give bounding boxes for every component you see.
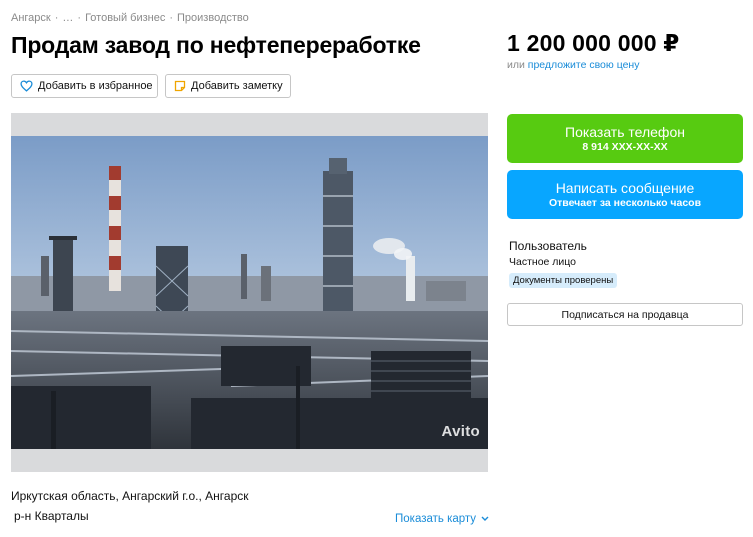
price-alt-prefix: или xyxy=(507,59,525,71)
note-icon xyxy=(174,80,186,93)
add-note-button[interactable]: Добавить заметку xyxy=(165,74,291,98)
show-phone-label: Показать телефон xyxy=(565,123,685,140)
breadcrumb: Ангарск ·… · Готовый бизнес · Производство xyxy=(11,12,249,24)
photo-gallery[interactable]: Avito xyxy=(11,113,488,472)
heart-icon xyxy=(20,80,33,93)
page-title: Продам завод по нефтепереработке xyxy=(11,32,421,58)
add-to-favorites-label: Добавить в избранное xyxy=(38,80,153,92)
documents-verified-badge: Документы проверены xyxy=(509,273,618,288)
address-text: Иркутская область, Ангарский г.о., Ангар… xyxy=(11,489,249,503)
write-message-label: Написать сообщение xyxy=(555,179,695,196)
show-phone-button[interactable]: Показать телефон 8 914 XXX-XX-XX xyxy=(507,114,743,163)
subscribe-seller-button[interactable]: Подписаться на продавца xyxy=(507,303,743,326)
listing-photo[interactable] xyxy=(11,136,488,449)
breadcrumb-item-business[interactable]: Готовый бизнес xyxy=(85,12,165,24)
price: 1 200 000 000 ₽ xyxy=(507,30,680,56)
breadcrumb-item-production[interactable]: Производство xyxy=(177,12,249,24)
avito-watermark: Avito xyxy=(441,423,480,440)
show-map-link[interactable]: Показать карту xyxy=(395,512,491,525)
seller-name[interactable]: Пользователь xyxy=(509,239,587,253)
chevron-down-icon xyxy=(478,512,491,525)
breadcrumb-separator: · xyxy=(77,12,82,24)
district-text: р-н Кварталы xyxy=(14,509,89,523)
add-to-favorites-button[interactable]: Добавить в избранное xyxy=(11,74,158,98)
add-note-label: Добавить заметку xyxy=(191,80,283,92)
breadcrumb-item-city[interactable]: Ангарск xyxy=(11,12,51,24)
breadcrumb-item-ellipsis[interactable]: … xyxy=(62,12,73,24)
price-alt-line: или предложите свою цену xyxy=(507,59,639,71)
breadcrumb-separator: · xyxy=(169,12,174,24)
offer-price-link[interactable]: предложите свою цену xyxy=(528,59,640,71)
write-message-button[interactable]: Написать сообщение Отвечает за несколько… xyxy=(507,170,743,219)
masked-phone: 8 914 XXX-XX-XX xyxy=(582,140,668,153)
seller-type: Частное лицо xyxy=(509,256,577,268)
show-map-label: Показать карту xyxy=(395,512,477,525)
response-time: Отвечает за несколько часов xyxy=(548,196,702,209)
breadcrumb-separator: · xyxy=(54,12,59,24)
